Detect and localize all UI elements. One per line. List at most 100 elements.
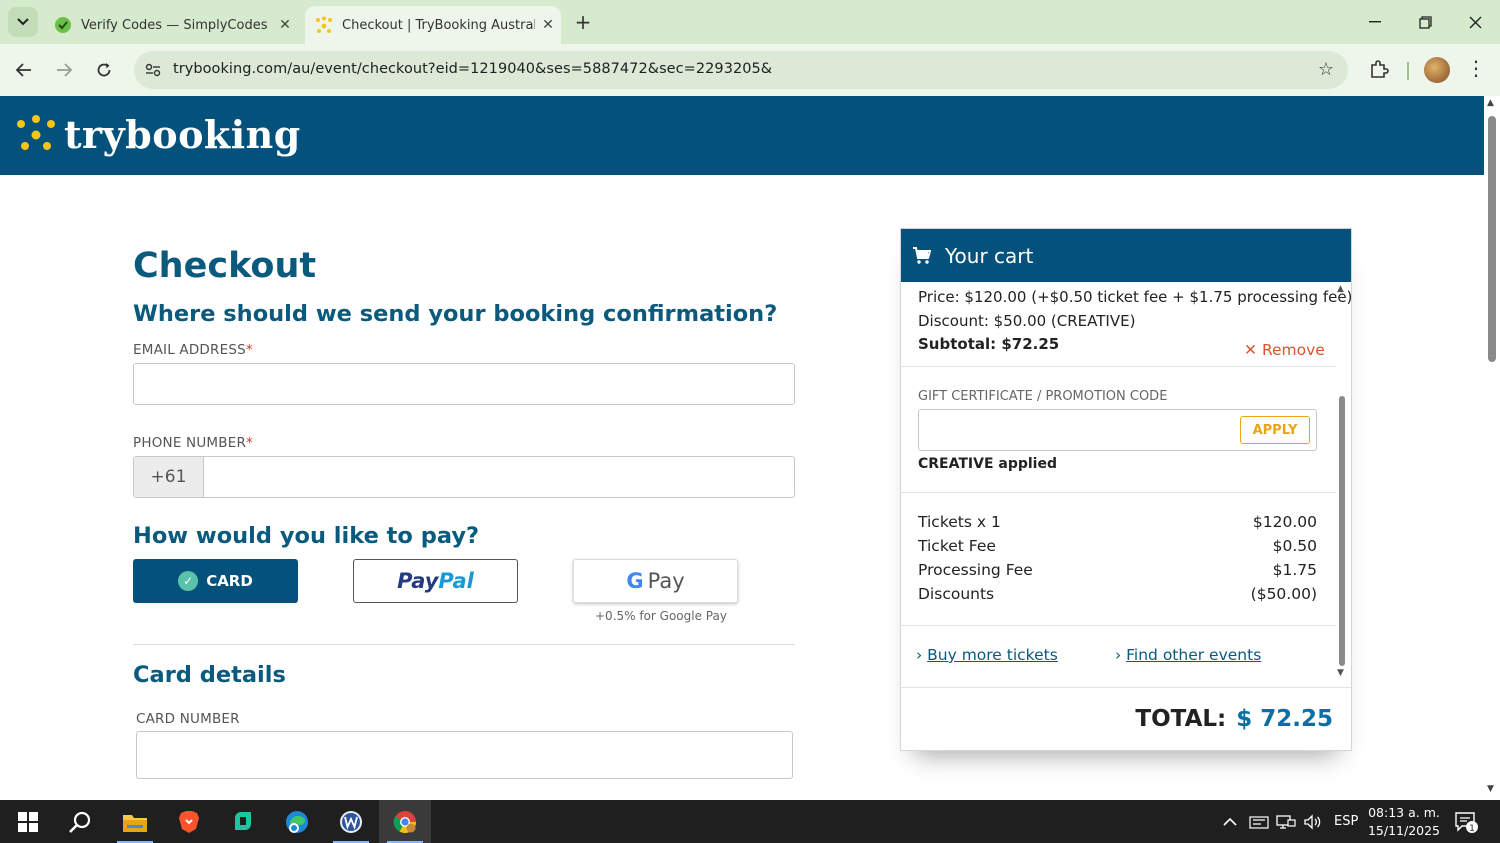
cart-divider [901,625,1336,626]
site-settings-icon[interactable] [142,59,164,81]
buy-more-tickets-link[interactable]: › Buy more tickets [916,646,1058,664]
reload-icon[interactable] [90,56,118,84]
summary-row-ticket-fee: Ticket Fee $0.50 [918,537,1317,555]
search-icon[interactable] [54,800,106,843]
brave-browser-icon[interactable] [163,800,215,843]
simplycodes-favicon-icon [54,16,72,34]
required-mark: * [246,435,253,451]
windows-taskbar: ESP 08:13 a. m. 15/11/2025 1 [0,800,1500,843]
summary-label: Ticket Fee [918,537,996,555]
toolbar-separator [1407,62,1409,80]
cart-total: TOTAL: $ 72.25 [1135,706,1333,732]
paypal-logo-pal: Pal [438,569,474,593]
phone-field[interactable]: +61 [133,456,795,498]
pay-card-button[interactable]: ✓ CARD [133,559,298,603]
tab-trybooking[interactable]: Checkout | TryBooking Australia ✕ [305,6,561,44]
trybooking-favicon-icon [315,16,333,34]
buy-more-label: Buy more tickets [927,646,1058,664]
close-window-icon[interactable] [1450,0,1500,44]
logo-text: trybooking [64,112,301,157]
profile-avatar[interactable] [1424,57,1450,83]
language-indicator[interactable]: ESP [1334,800,1358,843]
restore-icon[interactable] [1400,0,1450,44]
required-mark: * [245,342,253,358]
clock-time: 08:13 a. m. [1368,805,1440,820]
chevron-right-icon: › [916,646,923,664]
summary-label: Processing Fee [918,561,1033,579]
cart-scrollbar[interactable]: ▲ ▼ [1336,282,1348,682]
card-number-field[interactable] [136,731,793,779]
phone-label-text: PHONE NUMBER [133,435,247,451]
browser-tab-strip: Verify Codes — SimplyCodes ✕ Checkout | … [0,0,1500,44]
app-green-icon[interactable] [217,800,269,843]
remove-discount-button[interactable]: ✕ Remove [1244,341,1325,359]
url-text: trybooking.com/au/event/checkout?eid=121… [173,61,773,77]
promo-code-label: GIFT CERTIFICATE / PROMOTION CODE [918,389,1168,404]
back-arrow-icon[interactable] [10,56,38,84]
page-scroll-thumb[interactable] [1488,116,1496,362]
paypal-logo: PayPal [397,569,474,593]
card-option-label: CARD [206,572,253,590]
paypal-logo-pay: Pay [397,569,439,593]
clock-date: 15/11/2025 [1367,823,1441,838]
promo-code-input[interactable]: APPLY [918,409,1317,451]
page-scrollbar[interactable]: ▲ ▼ [1484,96,1500,800]
extensions-puzzle-icon[interactable] [1366,56,1392,82]
page-viewport: trybooking Checkout Where should we send… [0,96,1484,800]
windows-start-icon[interactable] [2,800,54,843]
word-icon[interactable] [325,800,377,843]
promo-applied-text: CREATIVE applied [918,456,1058,472]
trybooking-logo-icon [17,114,55,150]
cart-divider [901,366,1336,367]
find-other-events-link[interactable]: › Find other events [1115,646,1261,664]
notification-center-icon[interactable]: 1 [1454,800,1480,843]
chrome-browser-icon[interactable] [379,800,431,843]
bookmark-star-icon[interactable]: ☆ [1318,59,1334,80]
scroll-down-icon[interactable]: ▼ [1337,668,1344,678]
shopping-cart-icon [913,247,931,264]
browser-menu-icon[interactable]: ⋮ [1466,56,1486,84]
discount-line: Discount: $50.00 (CREATIVE) [918,312,1136,330]
system-clock[interactable]: 08:13 a. m. 15/11/2025 [1364,804,1444,840]
show-hidden-icons-chevron[interactable] [1223,800,1237,843]
summary-row-discounts: Discounts ($50.00) [918,585,1317,603]
new-tab-button[interactable]: + [570,9,596,35]
edge-browser-icon[interactable] [271,800,323,843]
cart-scroll-thumb[interactable] [1339,396,1345,666]
phone-label: PHONE NUMBER* [133,435,253,451]
find-other-label: Find other events [1126,646,1262,664]
scroll-up-icon[interactable]: ▲ [1337,284,1344,294]
cart-divider [901,492,1336,493]
tab-title: Verify Codes — SimplyCodes [81,17,268,33]
remove-label: Remove [1261,341,1325,359]
section-divider [133,644,795,645]
apply-promo-button[interactable]: APPLY [1240,416,1310,444]
page-title: Checkout [133,246,317,286]
total-amount: $ 72.25 [1236,706,1333,732]
summary-value: $120.00 [1252,513,1317,531]
ime-icon[interactable] [1249,800,1269,843]
cart-panel: Your cart Price: $120.00 (+$0.50 ticket … [900,228,1352,751]
tab-close-icon[interactable]: ✕ [272,17,298,33]
pay-paypal-button[interactable]: PayPal [353,559,518,603]
card-details-heading: Card details [133,662,286,688]
scroll-down-icon[interactable]: ▼ [1487,784,1494,794]
file-explorer-icon[interactable] [109,800,161,843]
address-bar[interactable]: trybooking.com/au/event/checkout?eid=121… [134,51,1348,89]
forward-arrow-icon[interactable] [50,56,78,84]
tab-search-button[interactable] [8,7,38,37]
email-field[interactable] [133,363,795,405]
scroll-up-icon[interactable]: ▲ [1487,98,1494,108]
cart-divider [901,687,1351,688]
volume-icon[interactable] [1303,800,1323,843]
pay-google-pay-button[interactable]: G Pay [573,559,738,603]
tab-simplycodes[interactable]: Verify Codes — SimplyCodes ✕ [44,6,298,44]
close-icon: ✕ [1244,341,1257,359]
trybooking-logo[interactable]: trybooking [16,112,301,157]
network-icon[interactable] [1276,800,1296,843]
google-pay-fee-note: +0.5% for Google Pay [595,609,727,623]
tab-title: Checkout | TryBooking Australia [342,17,535,33]
cart-body: Price: $120.00 (+$0.50 ticket fee + $1.7… [901,282,1352,750]
minimize-icon[interactable] [1350,0,1400,44]
tab-close-icon[interactable]: ✕ [535,17,561,33]
